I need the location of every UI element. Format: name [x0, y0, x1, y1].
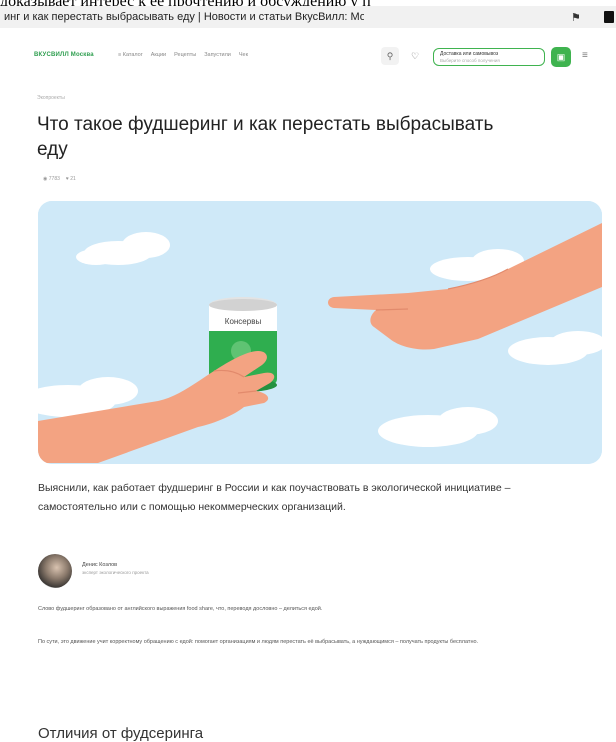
nav-item-check[interactable]: Чек: [239, 52, 248, 58]
browser-tab-bar: инг и как перестать выбрасывать еду | Но…: [0, 6, 616, 28]
nav-item-recipes[interactable]: Рецепты: [174, 52, 196, 58]
nav-item-catalog[interactable]: ≡ Каталог: [118, 52, 143, 58]
site-header: ВКУСВИЛЛ Москва ≡ Каталог Акции Рецепты …: [0, 38, 616, 82]
extension-icon[interactable]: [604, 11, 614, 23]
main-nav: ≡ Каталог Акции Рецепты Запустили Чек: [118, 52, 248, 58]
delivery-selector[interactable]: Доставка или самовывоз Выберите способ п…: [433, 48, 545, 66]
nav-item-promos[interactable]: Акции: [151, 52, 166, 58]
search-icon[interactable]: ⚲: [381, 47, 399, 65]
author-name[interactable]: Денис Козлов: [82, 562, 117, 568]
delivery-hint: Выберите способ получения: [440, 58, 500, 63]
author-card[interactable]: Денис Козлов эксперт экологического прое…: [38, 554, 438, 588]
delivery-label: Доставка или самовывоз: [440, 51, 499, 57]
favorites-icon[interactable]: ♡: [406, 47, 424, 65]
likes-count[interactable]: ♥ 21: [66, 176, 76, 182]
hero-illustration-art: Консервы: [38, 201, 602, 464]
author-role: эксперт экологического проекта: [82, 570, 149, 575]
cart-icon[interactable]: ▣: [551, 47, 571, 67]
hero-illustration: Консервы: [38, 201, 602, 464]
article-title: Что такое фудшеринг и как перестать выбр…: [37, 114, 494, 160]
breadcrumb[interactable]: Экопроекты: [37, 95, 65, 101]
tab-title[interactable]: инг и как перестать выбрасывать еду | Но…: [4, 11, 364, 23]
article-lede: Выяснили, как работает фудшеринг в Росси…: [38, 482, 511, 513]
paragraph-intro: Слово фудшеринг образовано от английског…: [38, 606, 323, 612]
menu-icon[interactable]: ≡: [582, 50, 588, 61]
article-meta: ◉ 7783 ♥ 21: [43, 176, 76, 182]
views-count: ◉ 7783: [43, 176, 60, 182]
can-label: Консервы: [225, 317, 262, 326]
nav-item-new[interactable]: Запустили: [204, 52, 231, 58]
site-logo[interactable]: ВКУСВИЛЛ Москва: [34, 52, 94, 58]
section-heading: Отличия от фудсеринга: [38, 725, 204, 742]
bookmark-icon[interactable]: ⚑: [571, 11, 581, 24]
paragraph-body: По сути, это движение учит корректному о…: [38, 639, 479, 645]
avatar: [38, 554, 72, 588]
